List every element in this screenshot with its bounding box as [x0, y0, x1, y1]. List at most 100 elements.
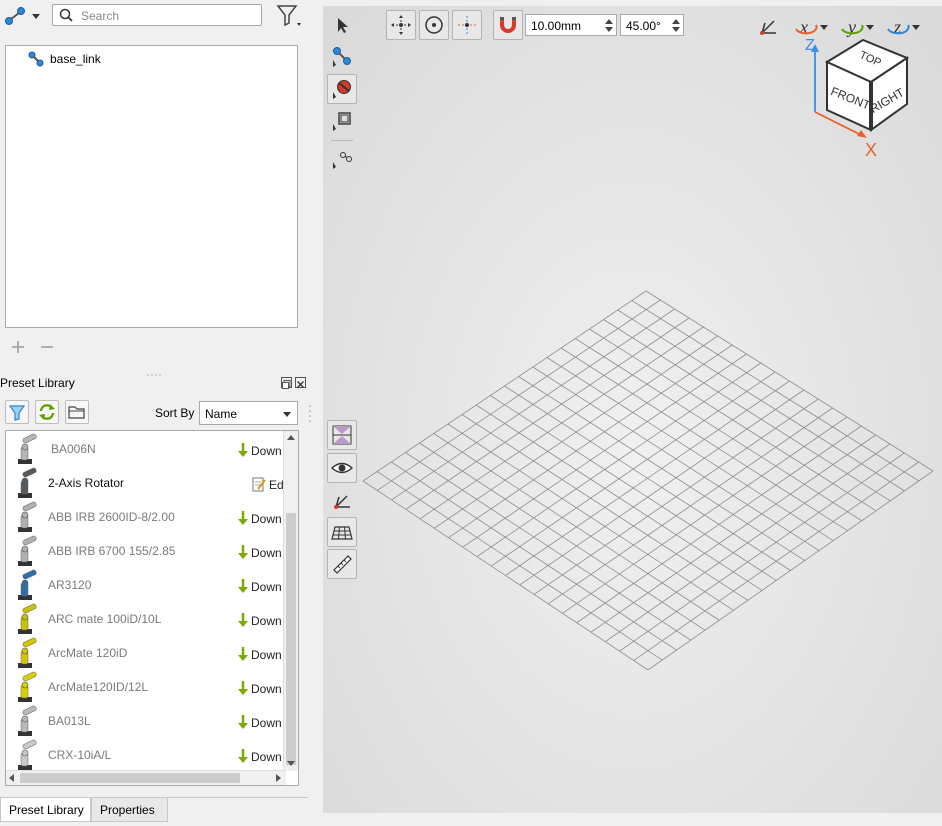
download-arrow-icon [238, 510, 248, 529]
list-item[interactable]: CRX-10iA/L Down [6, 738, 286, 772]
download-preset-button[interactable]: Down [238, 612, 282, 631]
spin-up-icon[interactable] [672, 19, 680, 24]
robot-thumbnail [10, 535, 42, 567]
vertical-scrollbar[interactable] [283, 431, 298, 771]
preset-name: ARC mate 100iD/10L [48, 612, 162, 626]
minus-icon [41, 346, 53, 348]
close-panel-button[interactable] [295, 377, 306, 388]
download-arrow-icon [238, 646, 248, 665]
grid-toggle-button[interactable] [327, 517, 357, 547]
add-link-button[interactable] [10, 339, 26, 355]
add-link-menu-button[interactable] [4, 5, 44, 27]
scroll-thumb[interactable] [20, 773, 240, 783]
collision-tool-button[interactable] [327, 74, 357, 104]
pivot-tool-button[interactable] [452, 10, 482, 40]
left-panel: base_link Preset Library [0, 0, 311, 825]
sort-by-select[interactable]: Name [199, 401, 298, 425]
link-select-tool-button[interactable] [327, 42, 357, 72]
tab-preset-library[interactable]: Preset Library [0, 798, 91, 822]
measure-tool-button[interactable] [327, 549, 357, 579]
robot-thumbnail [10, 467, 42, 499]
refresh-button[interactable] [35, 400, 59, 424]
spin-down-icon[interactable] [605, 27, 613, 32]
link-tree[interactable]: base_link [5, 45, 298, 328]
download-arrow-icon [238, 612, 248, 631]
list-item[interactable]: BA013L Down [6, 704, 286, 738]
ruler-icon [333, 555, 352, 574]
download-arrow-icon [238, 680, 248, 699]
search-input[interactable] [79, 7, 261, 25]
list-item[interactable]: ARC mate 100iD/10L Down [6, 602, 286, 636]
list-item[interactable]: ABB IRB 6700 155/2.85 Down [6, 534, 286, 568]
download-preset-button[interactable]: Down [238, 680, 282, 699]
scroll-thumb[interactable] [286, 513, 296, 765]
step-distance-input[interactable] [529, 17, 603, 35]
section-view-button[interactable] [327, 420, 357, 450]
tab-label: Properties [100, 803, 155, 817]
preset-filter-button[interactable] [5, 400, 29, 424]
chevron-down-icon [283, 412, 291, 417]
scroll-left-icon[interactable] [9, 774, 14, 782]
view-cube[interactable]: Z X TOP FRONT RIGHT [803, 32, 913, 162]
frames-toggle-button[interactable] [327, 486, 357, 516]
robot-thumbnail [10, 603, 42, 635]
tab-properties[interactable]: Properties [91, 798, 168, 822]
remove-link-button[interactable] [39, 339, 55, 355]
spin-down-icon[interactable] [672, 27, 680, 32]
frame-select-tool-button[interactable] [327, 106, 357, 136]
joint-tool-button[interactable] [327, 144, 357, 174]
tree-item-base-link[interactable]: base_link [28, 50, 101, 68]
edit-preset-button[interactable]: Ed [252, 476, 284, 495]
section-plane-icon [332, 425, 352, 445]
download-preset-button[interactable]: Down [238, 510, 282, 529]
x-axis-label: X [865, 140, 877, 160]
cursor-arrow-icon [338, 18, 348, 33]
magnet-icon [500, 17, 516, 33]
step-angle-spinbox[interactable] [620, 14, 684, 36]
download-arrow-icon [238, 714, 248, 733]
list-item[interactable]: BA006N Down [6, 432, 286, 466]
download-preset-button[interactable]: Down [238, 442, 282, 461]
list-item[interactable]: ArcMate 120iD Down [6, 636, 286, 670]
list-item[interactable]: AR3120 Down [6, 568, 286, 602]
splitter-handle[interactable] [145, 366, 163, 376]
preset-list[interactable]: BA006N Down 2-Axis Rotator Ed ABB IRB 2600ID… [5, 430, 299, 786]
download-preset-button[interactable]: Down [238, 578, 282, 597]
action-label: Ed [269, 478, 284, 492]
step-angle-input[interactable] [624, 17, 672, 35]
close-icon [297, 381, 304, 388]
reset-view-button[interactable] [753, 12, 783, 42]
download-arrow-icon [238, 442, 248, 461]
select-tool-button[interactable] [327, 10, 357, 40]
sort-by-label: Sort By [155, 406, 195, 420]
plus-icon [12, 341, 24, 353]
scroll-right-icon[interactable] [276, 774, 281, 782]
horizontal-scrollbar[interactable] [6, 770, 286, 785]
translate-tool-button[interactable] [386, 10, 416, 40]
list-item[interactable]: 2-Axis Rotator Ed [6, 466, 286, 500]
list-item[interactable]: ABB IRB 2600ID-8/2.00 Down [6, 500, 286, 534]
list-item[interactable]: ArcMate120ID/12L Down [6, 670, 286, 704]
download-preset-button[interactable]: Down [238, 714, 282, 733]
open-folder-button[interactable] [65, 400, 89, 424]
snap-toggle-button[interactable] [493, 10, 523, 40]
3d-viewport[interactable]: x y z Z X TOP FRONT RIGHT [323, 6, 942, 813]
scroll-up-icon[interactable] [287, 435, 295, 440]
visibility-button[interactable] [327, 453, 357, 483]
spin-up-icon[interactable] [605, 19, 613, 24]
filter-button[interactable] [275, 3, 303, 29]
pivot-axes-icon [458, 16, 476, 34]
action-label: Down [251, 444, 282, 458]
scroll-down-icon[interactable] [287, 761, 295, 766]
download-preset-button[interactable]: Down [238, 544, 282, 563]
step-distance-spinbox[interactable] [525, 14, 617, 36]
filter-funnel-icon [8, 405, 26, 421]
download-preset-button[interactable]: Down [238, 646, 282, 665]
folder-icon [68, 406, 85, 419]
action-label: Down [251, 546, 282, 560]
float-panel-button[interactable] [281, 377, 292, 389]
download-preset-button[interactable]: Down [238, 748, 282, 767]
restore-icon [282, 380, 291, 389]
robot-thumbnail [10, 569, 42, 601]
rotate-tool-button[interactable] [419, 10, 449, 40]
